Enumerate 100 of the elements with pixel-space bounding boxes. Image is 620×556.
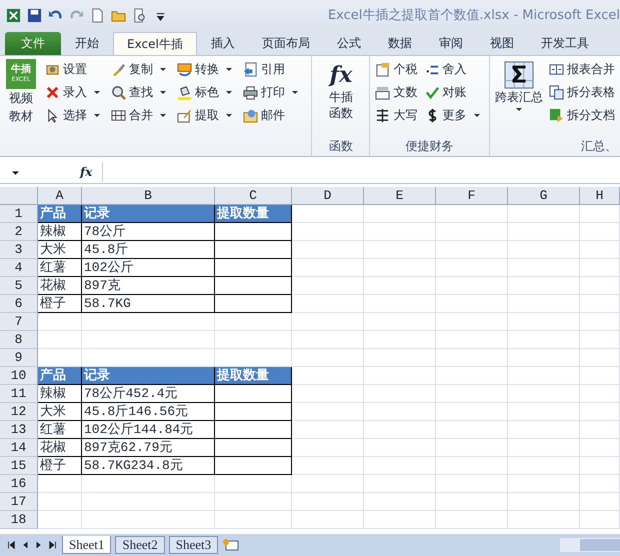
ribbon-button[interactable]: 设置 bbox=[43, 59, 89, 79]
ribbon-button[interactable]: 邮件 bbox=[241, 105, 287, 125]
ribbon-button[interactable]: 引用 bbox=[241, 59, 287, 79]
ribbon-button[interactable]: 标色 bbox=[175, 82, 221, 102]
row-header[interactable]: 15 bbox=[0, 457, 38, 475]
table-cell: 58.7KG bbox=[82, 295, 215, 313]
column-header[interactable]: F bbox=[436, 187, 508, 205]
ribbon-tab[interactable]: Excel牛插 bbox=[113, 32, 197, 55]
caret-icon[interactable] bbox=[159, 65, 167, 73]
row-header[interactable]: 10 bbox=[0, 367, 38, 385]
insert-sheet-icon[interactable] bbox=[222, 538, 240, 552]
ribbon-tab[interactable]: 文件 bbox=[5, 32, 61, 55]
ribbon-button[interactable]: 个税 bbox=[373, 59, 420, 79]
excel-icon[interactable] bbox=[6, 8, 21, 22]
row-header[interactable]: 16 bbox=[0, 475, 38, 493]
caret-icon[interactable] bbox=[225, 65, 233, 73]
row-header[interactable]: 18 bbox=[0, 511, 38, 529]
column-header[interactable]: H bbox=[580, 187, 620, 205]
logo-title: 牛插 bbox=[11, 64, 31, 76]
first-sheet-icon[interactable] bbox=[6, 540, 16, 550]
row-header[interactable]: 5 bbox=[0, 277, 38, 295]
row-header[interactable]: 2 bbox=[0, 223, 38, 241]
row-header[interactable]: 7 bbox=[0, 313, 38, 331]
function-button[interactable]: fx 牛插函数 bbox=[326, 59, 356, 123]
table-cell bbox=[580, 511, 620, 529]
ribbon-tab[interactable]: 插入 bbox=[198, 32, 248, 55]
ribbon-button[interactable]: 复制 bbox=[109, 59, 155, 79]
table-cell bbox=[38, 475, 82, 493]
ribbon-button[interactable]: 更多 bbox=[422, 105, 469, 125]
ribbon-tab[interactable]: 开始 bbox=[62, 32, 112, 55]
row-header[interactable]: 14 bbox=[0, 439, 38, 457]
ribbon-button[interactable]: 打印 bbox=[241, 82, 287, 102]
column-header[interactable]: D bbox=[292, 187, 364, 205]
table-cell bbox=[580, 421, 620, 439]
row-header[interactable]: 8 bbox=[0, 331, 38, 349]
table-cell bbox=[508, 475, 580, 493]
row-header[interactable]: 13 bbox=[0, 421, 38, 439]
ribbon-tab[interactable]: 公式 bbox=[324, 32, 374, 55]
ribbon-button[interactable]: 录入 bbox=[43, 82, 89, 102]
number-icon bbox=[375, 84, 390, 100]
column-header[interactable]: G bbox=[508, 187, 580, 205]
caret-icon[interactable] bbox=[93, 88, 101, 96]
table-cell bbox=[508, 313, 580, 331]
caret-icon[interactable] bbox=[159, 111, 167, 119]
sheet-tab[interactable]: Sheet1 bbox=[62, 536, 112, 554]
column-header[interactable]: E bbox=[364, 187, 436, 205]
table-cell bbox=[364, 493, 436, 511]
caret-icon[interactable] bbox=[159, 88, 167, 96]
last-sheet-icon[interactable] bbox=[48, 540, 58, 550]
caret-icon[interactable] bbox=[225, 88, 233, 96]
column-header[interactable]: B bbox=[82, 187, 215, 205]
sheet-tab[interactable]: Sheet3 bbox=[168, 536, 218, 554]
ribbon-tab[interactable]: 开发工具 bbox=[528, 32, 602, 55]
insert-function-button[interactable]: fx bbox=[80, 165, 102, 179]
row-header[interactable]: 3 bbox=[0, 241, 38, 259]
table-cell bbox=[508, 349, 580, 367]
ribbon-button[interactable]: 转换 bbox=[175, 59, 221, 79]
table-cell bbox=[508, 295, 580, 313]
table-cell bbox=[508, 241, 580, 259]
row-header[interactable]: 17 bbox=[0, 493, 38, 511]
table-cell: 58.7KG234.8元 bbox=[82, 457, 215, 475]
table-cell bbox=[292, 205, 364, 223]
ribbon-button[interactable]: 报表合并 bbox=[547, 59, 617, 79]
table-cell bbox=[508, 511, 580, 529]
row-header[interactable]: 4 bbox=[0, 259, 38, 277]
table-cell bbox=[436, 439, 508, 457]
caret-icon[interactable] bbox=[291, 88, 299, 96]
print-preview-icon[interactable] bbox=[132, 8, 147, 22]
caret-icon[interactable] bbox=[472, 111, 481, 119]
new-file-icon[interactable] bbox=[90, 8, 105, 22]
ribbon-button[interactable]: 提取 bbox=[175, 105, 221, 125]
ribbon-button[interactable]: 舍入 bbox=[422, 59, 469, 79]
ribbon-button[interactable]: 文数 bbox=[373, 82, 420, 102]
ribbon-tab[interactable]: 页面布局 bbox=[248, 32, 323, 55]
ribbon-tab[interactable]: 视图 bbox=[476, 32, 527, 55]
ribbon-button[interactable]: 对账 bbox=[422, 82, 469, 102]
sheet-tab[interactable]: Sheet2 bbox=[115, 536, 165, 554]
row-header[interactable]: 6 bbox=[0, 295, 38, 313]
ribbon-button[interactable]: 拆分文档 bbox=[547, 105, 617, 125]
ribbon-button[interactable]: 大写 bbox=[373, 105, 420, 125]
caret-icon[interactable] bbox=[225, 111, 233, 119]
column-header[interactable]: C bbox=[215, 187, 292, 205]
ribbon-tab[interactable]: 数据 bbox=[374, 32, 425, 55]
paint-bucket-icon bbox=[177, 84, 192, 100]
scrollbar-thumb[interactable] bbox=[580, 539, 620, 551]
ribbon-tab[interactable]: 审阅 bbox=[426, 32, 476, 55]
video-tutorial-button[interactable]: 视频教材 bbox=[6, 89, 36, 125]
row-header[interactable]: 12 bbox=[0, 403, 38, 421]
ribbon-button[interactable]: 查找 bbox=[109, 82, 155, 102]
ribbon-button[interactable]: 拆分表格 bbox=[547, 82, 617, 102]
ribbon-button[interactable]: 合并 bbox=[109, 105, 155, 125]
save-icon[interactable] bbox=[27, 8, 42, 22]
caret-icon[interactable] bbox=[93, 111, 101, 119]
cross-sheet-summary-button[interactable]: 跨表汇总 bbox=[493, 59, 545, 136]
row-header[interactable]: 11 bbox=[0, 385, 38, 403]
column-header[interactable]: A bbox=[38, 187, 82, 205]
table-cell: 102公斤 bbox=[82, 259, 215, 277]
row-header[interactable]: 9 bbox=[0, 349, 38, 367]
ribbon-button[interactable]: 选择 bbox=[43, 105, 89, 125]
row-header[interactable]: 1 bbox=[0, 205, 38, 223]
